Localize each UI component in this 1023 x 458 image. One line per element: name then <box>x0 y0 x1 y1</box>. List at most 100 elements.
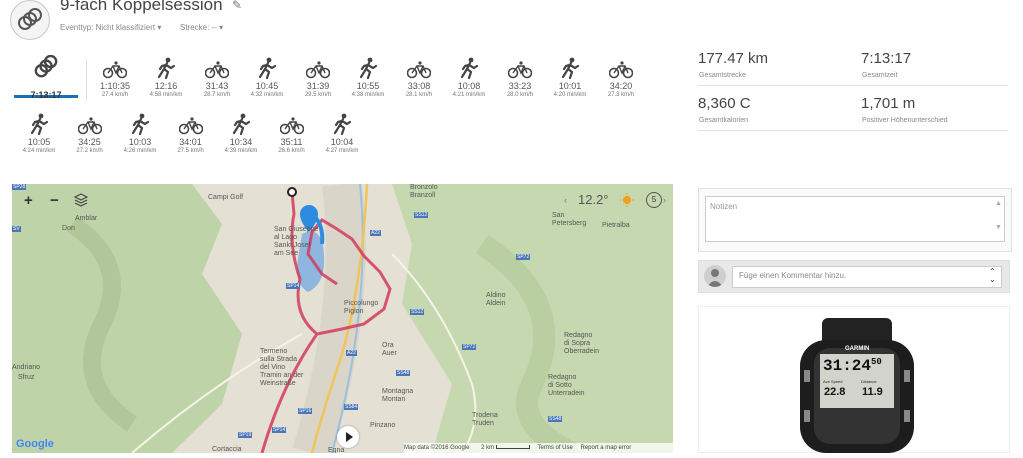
segment-5[interactable]: 31:39 29.5 km/h <box>293 57 343 99</box>
segment-time: 1:10:35 <box>99 81 131 91</box>
activity-title[interactable]: 9-fach Koppelsession <box>60 0 223 15</box>
total-distance-label: Gesamtstrecke <box>699 72 747 79</box>
map-label-piccolungo: Piccolungo Piglon <box>344 300 379 315</box>
segment-time: 10:03 <box>128 137 152 147</box>
segment-pace: 4:26 min/km <box>123 148 157 154</box>
segment-total-tab[interactable]: 7:13:17 <box>14 54 78 100</box>
segment-time: 34:25 <box>78 137 101 147</box>
device-left-label: Ave Speed <box>823 379 843 384</box>
map-label-redagno-sopra: Redagno di Sopra Oberradein <box>564 332 600 355</box>
segment-17[interactable]: 35:11 26.6 km/h <box>267 113 317 155</box>
edit-title-icon[interactable]: ✎ <box>232 0 242 12</box>
segment-12[interactable]: 10:05 4:24 min/km <box>14 113 64 155</box>
zoom-out-button[interactable]: − <box>50 192 59 209</box>
segment-7[interactable]: 33:08 28.1 km/h <box>394 57 444 99</box>
map-label-termeno: Termeno sulla Strada del Vino Tramin an der… <box>260 348 304 387</box>
device-time-main: 31:24 <box>823 357 872 375</box>
segment-2[interactable]: 12:16 4:58 min/km <box>141 57 191 99</box>
course-label: Strecke: -- <box>180 23 217 32</box>
segment-3[interactable]: 31:43 28.7 km/h <box>192 57 242 99</box>
segment-pace: 4:27 min/km <box>325 148 359 154</box>
segment-pace: 4:39 min/km <box>224 148 258 154</box>
segment-time: 10:05 <box>27 137 51 147</box>
segment-6[interactable]: 10:55 4:38 min/km <box>343 57 393 99</box>
segment-time: 35:11 <box>280 137 303 147</box>
bike-icon <box>267 113 317 135</box>
segment-time: 10:34 <box>229 137 253 147</box>
terms-link[interactable]: Terms of Use <box>538 445 573 451</box>
segment-1[interactable]: 1:10:35 27.4 km/h <box>90 57 140 99</box>
stats-divider <box>698 130 1008 131</box>
segment-pace: 27.4 km/h <box>101 92 129 98</box>
segment-pace: 26.6 km/h <box>278 148 305 154</box>
segment-pace: 27.5 km/h <box>177 148 204 154</box>
segment-pace: 28.7 km/h <box>203 92 231 98</box>
bike-icon <box>495 57 545 79</box>
route-start-marker <box>287 187 297 197</box>
zoom-in-button[interactable]: + <box>24 192 33 209</box>
bike-icon <box>166 113 216 135</box>
bike-icon <box>394 57 444 79</box>
segment-time: 34:01 <box>179 137 202 147</box>
map-label-sfruz: Sfruz <box>18 374 35 381</box>
course-dropdown[interactable]: Strecke: -- ▾ <box>180 23 223 32</box>
map-label-bronzolo: Bronzolo Branzoll <box>410 184 438 199</box>
weather-prev-icon[interactable]: ‹ <box>564 195 567 205</box>
comment-placeholder: Füge einen Kommentar hinzu. <box>739 271 847 280</box>
road-shield-ss48: SS48 <box>396 370 411 376</box>
elevation-gain-label: Positiver Höhenunterschied <box>862 117 948 124</box>
event-type-dropdown[interactable]: Eventtyp: Nicht klassifiziert ▾ <box>60 23 161 32</box>
run-icon <box>242 57 292 79</box>
layers-button[interactable] <box>73 193 89 212</box>
map-label-don: Don <box>62 225 75 232</box>
report-error-link[interactable]: Report a map error <box>581 445 632 451</box>
road-shield-sp14: SP14 <box>286 283 301 289</box>
segment-10[interactable]: 10:01 4:20 min/km <box>545 57 595 99</box>
segment-pace: 28.1 km/h <box>405 92 433 98</box>
device-right-value: 11.9 <box>862 386 883 398</box>
google-logo: Google <box>16 438 54 450</box>
device-main-time: 31:2450 <box>823 357 882 375</box>
segment-18[interactable]: 10:04 4:27 min/km <box>317 113 367 155</box>
multisport-icon <box>18 8 42 30</box>
segment-time: 10:45 <box>255 81 279 91</box>
map-label-redagno-sotto: Redagno di Sotto Unterradein <box>548 374 585 397</box>
map-label-cortaccia: Cortaccia <box>212 446 242 453</box>
layers-icon <box>73 193 89 207</box>
segment-pace: 4:58 min/km <box>149 92 183 98</box>
play-button[interactable] <box>337 426 359 448</box>
segment-time: 34:20 <box>609 81 633 91</box>
total-calories-label: Gesamtkalorien <box>699 117 749 124</box>
weather-next-icon[interactable]: › <box>663 195 666 205</box>
road-shield-sp19: SP19 <box>238 432 253 438</box>
wind-speed-badge: 5 <box>646 192 662 208</box>
scroll-up-icon[interactable]: ▲ <box>995 200 1002 207</box>
segment-13[interactable]: 34:25 27.2 km/h <box>65 113 115 155</box>
comment-stepper-icon[interactable]: ⌃ ⌄ <box>989 268 996 284</box>
segment-pace: 28.0 km/h <box>506 92 534 98</box>
device-left-value: 22.8 <box>824 386 846 398</box>
multisport-icon <box>34 54 58 78</box>
segment-16[interactable]: 10:34 4:39 min/km <box>216 113 266 155</box>
segment-14[interactable]: 10:03 4:26 min/km <box>115 113 165 155</box>
notes-textarea[interactable] <box>705 196 1005 242</box>
segment-9[interactable]: 33:23 28.0 km/h <box>495 57 545 99</box>
route-map[interactable]: + − ‹ 12.2° 5 › Campi Golf Amblar Don Bronz… <box>12 184 673 453</box>
map-label-campi-golf: Campi Golf <box>208 194 244 201</box>
notes-placeholder: Notizen <box>710 202 738 211</box>
scroll-down-icon[interactable]: ▼ <box>995 224 1002 231</box>
run-icon <box>141 57 191 79</box>
road-shield-ss12b: SS12 <box>410 309 425 315</box>
segment-11[interactable]: 34:20 27.3 km/h <box>596 57 646 99</box>
road-shield-a22b: A22 <box>346 350 357 356</box>
segment-4[interactable]: 10:45 4:32 min/km <box>242 57 292 99</box>
segment-15[interactable]: 34:01 27.5 km/h <box>166 113 216 155</box>
road-shield-sp16: SP16 <box>298 408 313 414</box>
bike-icon <box>192 57 242 79</box>
run-icon <box>14 113 64 135</box>
segment-8[interactable]: 10:08 4:21 min/km <box>444 57 494 99</box>
play-icon <box>346 432 353 442</box>
event-type-label: Eventtyp: Nicht klassifiziert <box>60 23 156 32</box>
divider <box>86 60 87 100</box>
segment-pace: 27.3 km/h <box>607 92 635 98</box>
